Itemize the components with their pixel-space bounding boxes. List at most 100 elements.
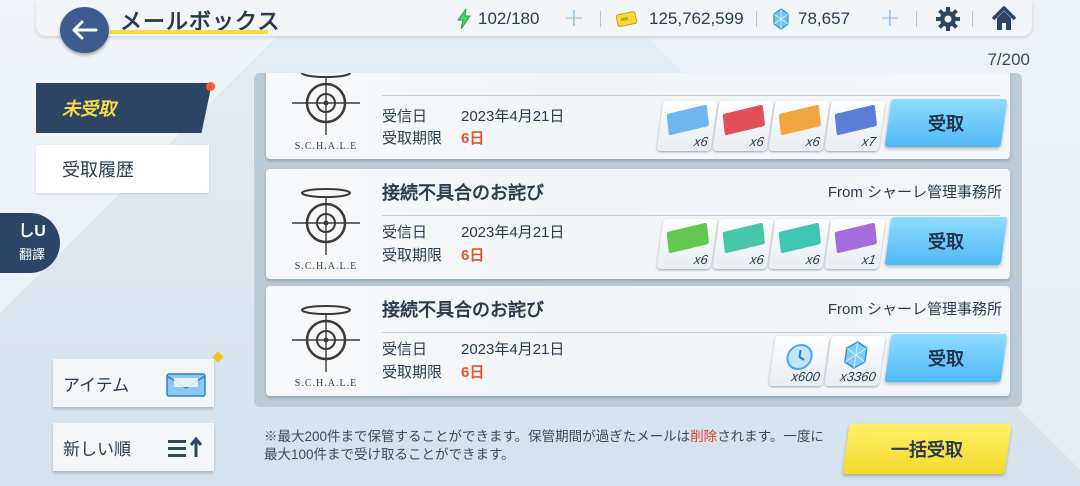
ticket-purple-icon xyxy=(834,222,878,254)
divider xyxy=(756,11,757,27)
schale-logo-icon xyxy=(292,305,360,372)
mail-item[interactable]: S.C.H.A.L.E 接続不具合のお詫び From シャーレ管理事務所 受信日… xyxy=(266,286,1010,396)
claim-button[interactable]: 受取 xyxy=(884,99,1008,147)
claim-label: 受取 xyxy=(928,232,964,252)
translate-icon: しU xyxy=(18,222,46,240)
reward-quantity: x6 xyxy=(693,252,709,267)
reward-quantity: x6 xyxy=(805,252,821,267)
schale-logo-text: S.C.H.A.L.E xyxy=(294,378,358,389)
mail-envelope-icon xyxy=(166,373,206,397)
pyroxene-counter: 78,657 xyxy=(772,7,850,31)
received-date: 2023年4月21日 xyxy=(461,224,565,241)
expires-label: 受取期限 xyxy=(382,247,443,264)
credit-card-icon xyxy=(615,11,638,28)
mail-item[interactable]: S.C.H.A.L.E 接続不具合のお詫び From シャーレ管理事務所 受信日… xyxy=(266,169,1010,279)
reward-item[interactable]: x6 xyxy=(712,219,774,269)
mail-sender: From シャーレ管理事務所 xyxy=(827,184,1002,201)
received-date: 2023年4月21日 xyxy=(461,341,565,358)
mail-subject: 接続不具合のお詫び xyxy=(382,300,544,320)
schale-logo-icon xyxy=(292,188,360,255)
translate-button[interactable]: しU 翻譯 xyxy=(0,213,60,273)
reward-quantity: x6 xyxy=(749,134,765,149)
tab-label: 未受取 xyxy=(62,99,116,119)
gear-icon[interactable] xyxy=(934,5,962,33)
tech-note-red-icon xyxy=(722,104,766,136)
sort-ascending-icon xyxy=(168,437,203,457)
divider xyxy=(916,11,917,27)
pyroxene-value: 78,657 xyxy=(798,9,850,28)
reward-item[interactable]: x6 xyxy=(656,101,718,151)
tech-note-orange-icon xyxy=(778,104,822,136)
claim-button[interactable]: 受取 xyxy=(884,334,1008,382)
ap-value: 102/180 xyxy=(478,9,540,28)
schale-logo-text: S.C.H.A.L.E xyxy=(294,141,358,152)
credit-counter: 125,762,599 xyxy=(615,7,744,31)
reward-item[interactable]: x600 xyxy=(768,336,830,386)
reward-quantity: x6 xyxy=(749,252,765,267)
mail-sender: From シャーレ管理事務所 xyxy=(827,301,1002,318)
reward-item[interactable]: x7 xyxy=(824,101,886,151)
reward-item[interactable]: x6 xyxy=(712,101,774,151)
notice-highlight: 削除 xyxy=(690,429,718,444)
reward-quantity: x7 xyxy=(861,134,877,149)
tech-note-blue-icon xyxy=(834,104,878,136)
reward-quantity: x6 xyxy=(693,134,709,149)
reward-item[interactable]: x6 xyxy=(768,219,830,269)
reward-quantity: x1 xyxy=(861,252,877,267)
claim-label: 受取 xyxy=(928,349,964,369)
reward-item[interactable]: x6 xyxy=(656,219,718,269)
item-filter-button[interactable]: アイテム xyxy=(53,359,214,407)
received-label: 受信日 xyxy=(382,108,428,125)
expires-value: 6日 xyxy=(461,130,485,147)
ticket-cyan-icon xyxy=(778,222,822,254)
back-button[interactable] xyxy=(60,7,109,53)
received-label: 受信日 xyxy=(382,224,428,241)
add-ap-button[interactable]: + xyxy=(563,5,585,31)
divider xyxy=(972,11,973,27)
divider xyxy=(382,332,1000,333)
received-label: 受信日 xyxy=(382,341,428,358)
mail-item[interactable]: S.C.H.A.L.E 受信日 2023年4月21日 受取期限 6日 x6 x6… xyxy=(266,73,1010,159)
expires-label: 受取期限 xyxy=(382,364,443,381)
pyroxene-icon xyxy=(844,341,868,369)
credit-value: 125,762,599 xyxy=(649,9,744,28)
claim-button[interactable]: 受取 xyxy=(884,217,1008,265)
expires-value: 6日 xyxy=(461,247,485,264)
tab-unclaimed[interactable]: 未受取 xyxy=(36,83,212,133)
arrow-left-icon xyxy=(72,20,97,40)
divider xyxy=(382,215,1000,216)
lightning-icon xyxy=(457,8,471,30)
pyroxene-icon xyxy=(773,8,789,30)
divider xyxy=(600,11,601,27)
reward-item[interactable]: x1 xyxy=(824,219,886,269)
item-filter-label: アイテム xyxy=(63,375,130,395)
ap-counter: 102/180 xyxy=(456,7,539,31)
ticket-green-icon xyxy=(666,222,710,254)
notification-dot xyxy=(206,82,215,91)
claim-label: 受取 xyxy=(928,114,964,134)
tab-history[interactable]: 受取履歴 xyxy=(36,145,209,193)
received-date: 2023年4月21日 xyxy=(461,108,565,125)
add-pyroxene-button[interactable]: + xyxy=(879,5,901,31)
reward-quantity: x3360 xyxy=(839,369,877,384)
reward-item[interactable]: x3360 xyxy=(824,336,886,386)
storage-notice: ※最大200件まで保管することができます。保管期間が過ぎたメールは削除されます。… xyxy=(264,428,824,464)
reward-quantity: x600 xyxy=(790,369,821,384)
translate-label: 翻譯 xyxy=(18,246,45,262)
sort-order-label: 新しい順 xyxy=(63,439,131,459)
home-icon[interactable] xyxy=(990,5,1018,33)
title-underline xyxy=(110,30,268,34)
mail-list-panel: S.C.H.A.L.E 受信日 2023年4月21日 受取期限 6日 x6 x6… xyxy=(254,73,1022,407)
schale-logo-text: S.C.H.A.L.E xyxy=(294,261,358,272)
notice-text: ※最大200件まで保管することができます。保管期間が過ぎたメールは xyxy=(264,429,691,444)
claim-all-button[interactable]: 一括受取 xyxy=(842,424,1012,474)
reward-item[interactable]: x6 xyxy=(768,101,830,151)
expires-value: 6日 xyxy=(461,364,485,381)
skill-report-icon xyxy=(666,104,710,136)
divider xyxy=(382,95,1000,96)
claim-all-label: 一括受取 xyxy=(891,440,963,460)
ticket-teal-icon xyxy=(722,222,766,254)
mail-subject: 接続不具合のお詫び xyxy=(382,183,544,203)
ap-clock-icon xyxy=(786,344,813,370)
sort-order-button[interactable]: 新しい順 xyxy=(53,423,214,471)
